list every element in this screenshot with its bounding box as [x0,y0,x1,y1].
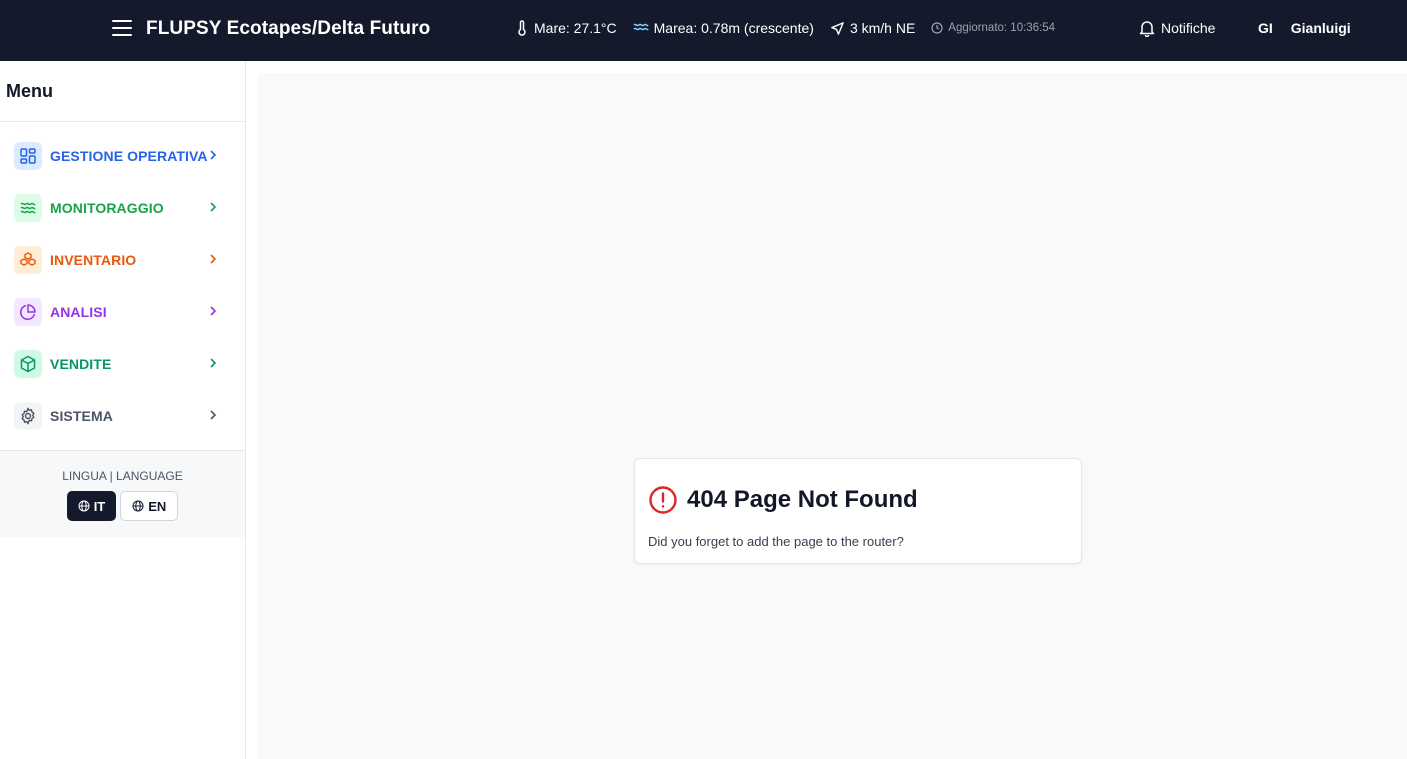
sidebar-item-label: INVENTARIO [50,252,137,268]
not-found-card: 404 Page Not Found Did you forget to add… [634,458,1082,564]
sidebar-item-sistema[interactable]: SISTEMA [0,390,245,442]
chevron-right-icon [210,358,217,368]
sidebar-item-label: GESTIONE OPERATIVA [50,148,208,164]
sidebar-nav: GESTIONE OPERATIVA MONITORAGGIO INVENTAR… [0,122,245,442]
chevron-right-icon [210,254,217,264]
last-updated: Aggiornato: 10:36:54 [931,22,1055,34]
pie-chart-icon [14,298,42,326]
waves-icon [14,194,42,222]
weather-bar: Mare: 27.1°C Marea: 0.78m (crescente) 3 … [515,20,1071,36]
chevron-right-icon [210,202,217,212]
wind-text: 3 km/h NE [849,20,916,36]
sidebar-item-label: VENDITE [50,356,112,372]
wind-info: 3 km/h NE [830,20,915,36]
sidebar-item-gestione-operativa[interactable]: GESTIONE OPERATIVA [0,130,245,182]
chevron-right-icon [210,306,217,316]
waves-icon [633,23,649,31]
clock-icon [931,22,943,34]
hamburger-menu-icon[interactable] [112,20,132,38]
sidebar-item-monitoraggio[interactable]: MONITORAGGIO [0,182,245,234]
chevron-right-icon [210,150,217,160]
globe-icon [132,500,144,512]
language-en-button[interactable]: EN [120,491,179,521]
boxes-icon [14,246,42,274]
user-name: Gianluigi [1290,20,1351,36]
chevron-right-icon [210,410,217,420]
sea-temperature-text: Mare: 27.1°C [534,20,617,36]
alert-circle-icon [649,486,677,514]
sidebar-item-label: MONITORAGGIO [50,200,164,216]
user-menu[interactable]: GI Gianluigi [1258,20,1351,36]
gear-icon [14,402,42,430]
top-header: FLUPSY Ecotapes/Delta Futuro Mare: 27.1°… [0,0,1407,61]
main-content: 404 Page Not Found Did you forget to add… [258,73,1407,759]
last-updated-text: Aggiornato: 10:36:54 [948,22,1056,34]
language-it-label: IT [93,498,106,514]
notifications-label: Notifiche [1161,20,1216,36]
sidebar-item-label: ANALISI [50,304,107,320]
avatar: GI [1258,20,1273,36]
sea-temperature: Mare: 27.1°C [515,20,617,36]
sidebar-item-vendite[interactable]: VENDITE [0,338,245,390]
language-switcher: LINGUA | LANGUAGE IT EN [0,450,245,537]
language-en-label: EN [148,498,167,514]
sidebar-item-analisi[interactable]: ANALISI [0,286,245,338]
globe-icon [78,500,90,512]
sidebar-item-label: SISTEMA [50,408,113,424]
thermometer-icon [518,20,526,36]
sidebar-item-inventario[interactable]: INVENTARIO [0,234,245,286]
navigation-arrow-icon [831,21,844,35]
dashboard-grid-icon [14,142,42,170]
bell-icon [1139,21,1155,37]
app-title: FLUPSY Ecotapes/Delta Futuro [146,18,431,39]
sidebar: Menu GESTIONE OPERATIVA MONITORAGGIO INV… [0,61,246,759]
language-it-button[interactable]: IT [66,491,117,521]
error-title: 404 Page Not Found [687,486,918,513]
language-title: LINGUA | LANGUAGE [62,469,183,483]
package-icon [14,350,42,378]
tide-text: Marea: 0.78m (crescente) [653,20,814,36]
sidebar-title: Menu [0,61,245,122]
notifications-button[interactable]: Notifiche [1138,19,1215,37]
error-message: Did you forget to add the page to the ro… [648,534,904,549]
tide-info: Marea: 0.78m (crescente) [633,20,814,36]
